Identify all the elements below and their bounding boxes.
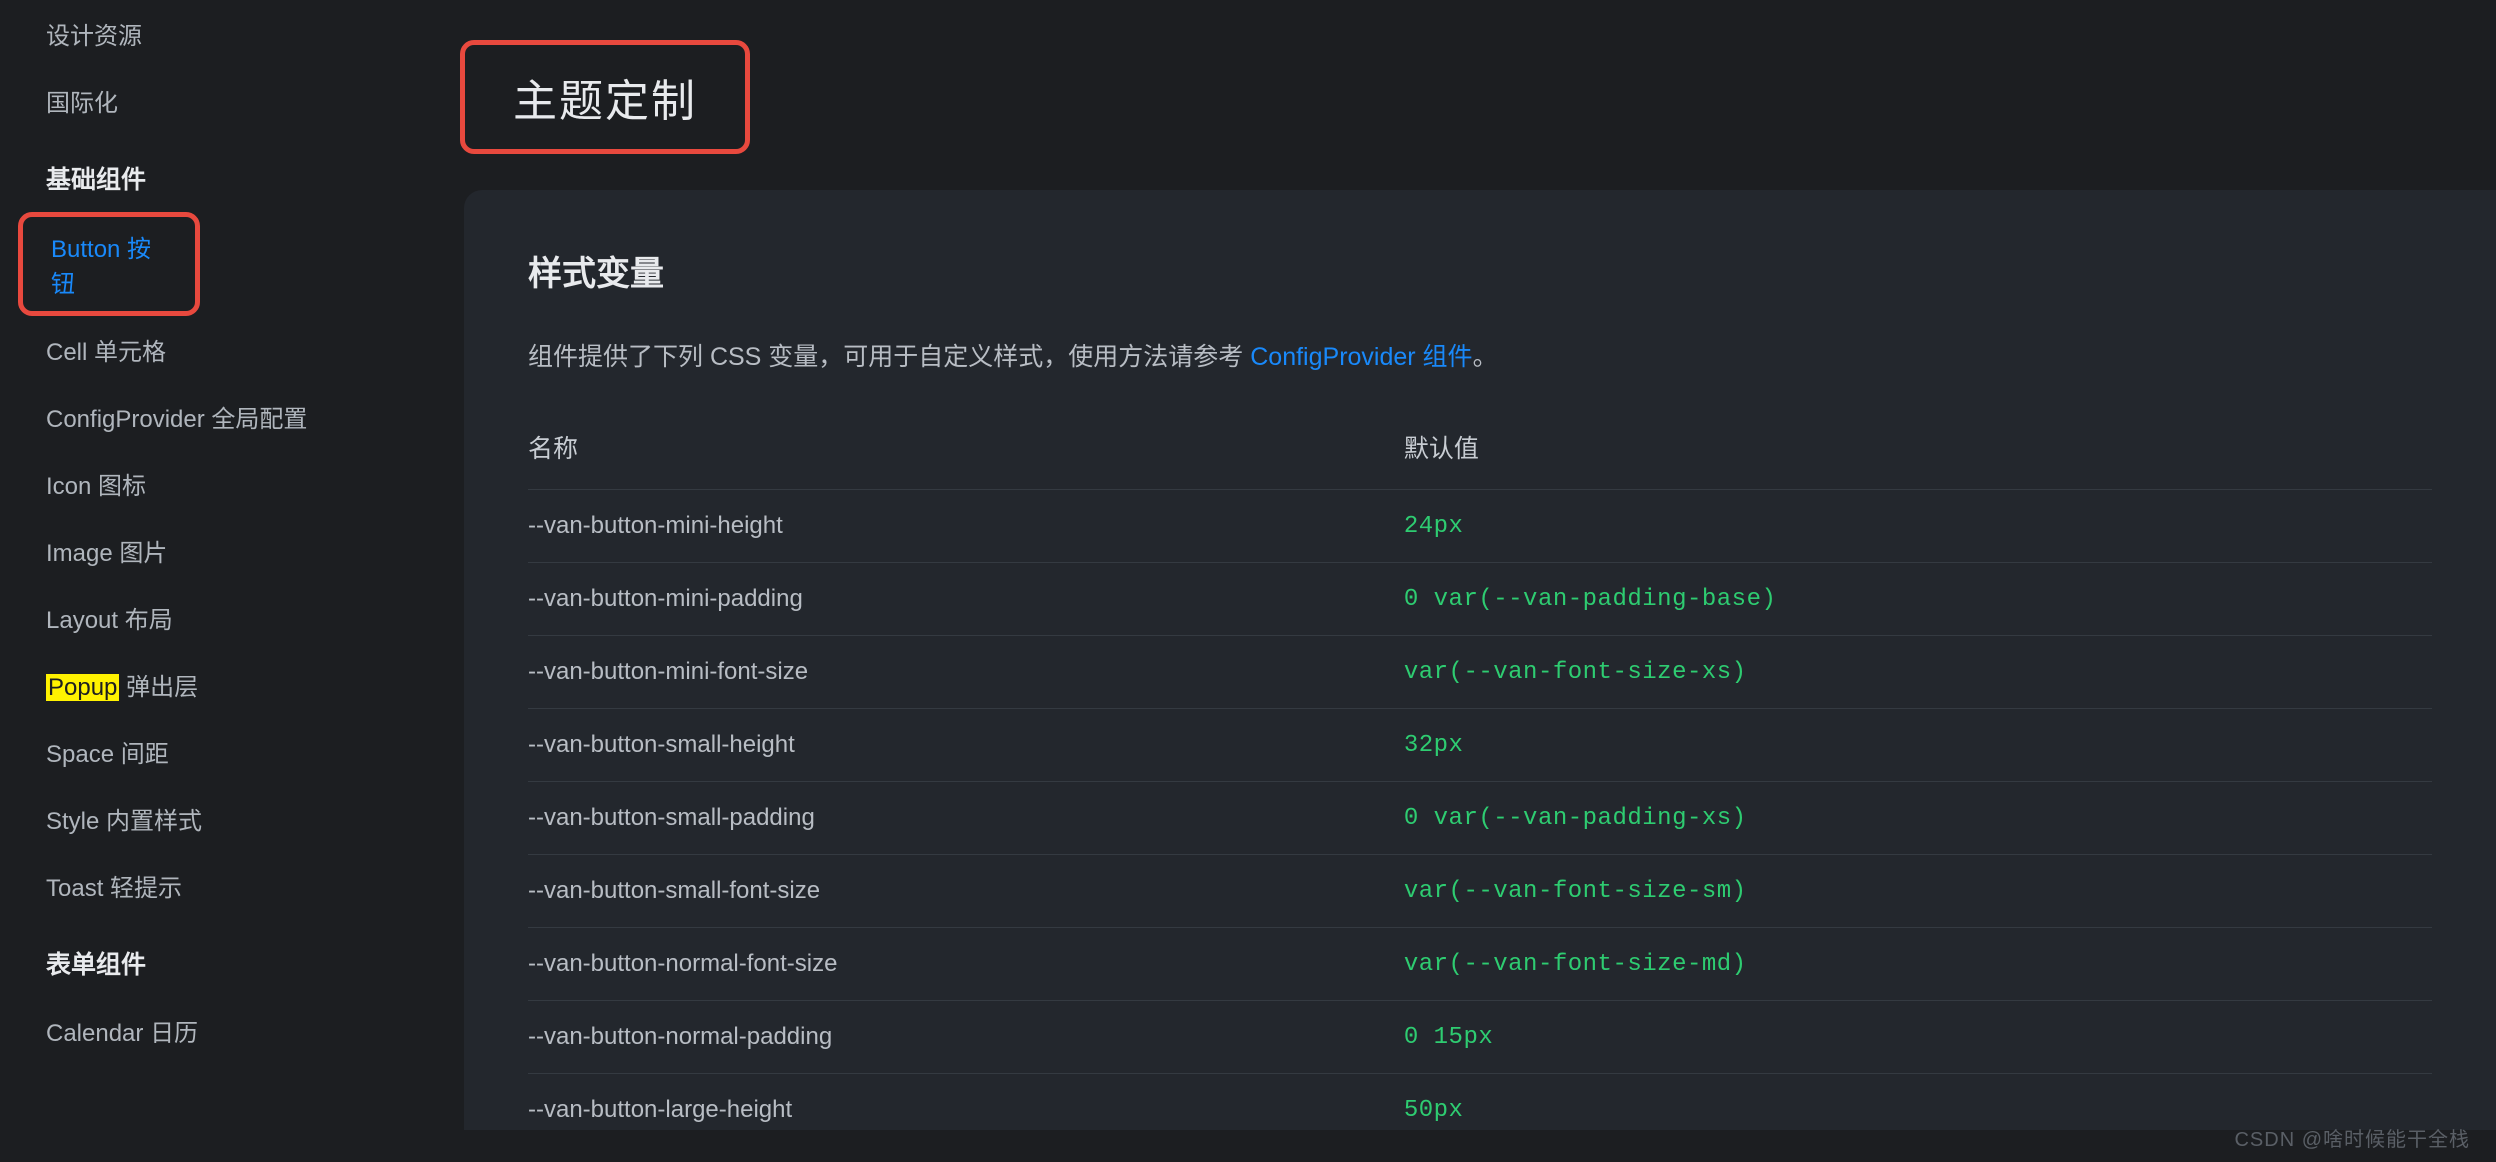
watermark: CSDN @啥时候能干全栈 bbox=[2234, 1123, 2470, 1152]
sidebar-item-icon[interactable]: Icon 图标 bbox=[0, 450, 420, 517]
table-header-value: 默认值 bbox=[1404, 415, 2432, 490]
css-var-name: --van-button-mini-padding bbox=[528, 563, 1404, 636]
table-row: --van-button-normal-font-sizevar(--van-f… bbox=[528, 928, 2432, 1001]
css-var-name: --van-button-normal-padding bbox=[528, 1001, 1404, 1074]
table-row: --van-button-mini-padding0 var(--van-pad… bbox=[528, 563, 2432, 636]
sidebar-item-design-resources[interactable]: 设计资源 bbox=[0, 0, 420, 67]
sidebar-item-image[interactable]: Image 图片 bbox=[0, 517, 420, 584]
css-var-value: 0 var(--van-padding-base) bbox=[1404, 563, 2432, 636]
sidebar-item-layout[interactable]: Layout 布局 bbox=[0, 584, 420, 651]
css-var-name: --van-button-mini-height bbox=[528, 490, 1404, 563]
sidebar-item-configprovider[interactable]: ConfigProvider 全局配置 bbox=[0, 383, 420, 450]
table-header-name: 名称 bbox=[528, 415, 1404, 490]
table-row: --van-button-mini-font-sizevar(--van-fon… bbox=[528, 636, 2432, 709]
css-var-name: --van-button-small-font-size bbox=[528, 855, 1404, 928]
desc-text-prefix: 组件提供了下列 CSS 变量，可用于自定义样式，使用方法请参考 bbox=[528, 343, 1250, 371]
sidebar-heading-basic: 基础组件 bbox=[0, 134, 420, 212]
sidebar-item-i18n[interactable]: 国际化 bbox=[0, 67, 420, 134]
theme-panel: 样式变量 组件提供了下列 CSS 变量，可用于自定义样式，使用方法请参考 Con… bbox=[464, 190, 2496, 1130]
table-row: --van-button-small-padding0 var(--van-pa… bbox=[528, 782, 2432, 855]
page-title: 主题定制 bbox=[513, 65, 697, 129]
desc-text-suffix: 。 bbox=[1473, 343, 1498, 371]
sidebar-item-style[interactable]: Style 内置样式 bbox=[0, 785, 420, 852]
sidebar-heading-form: 表单组件 bbox=[0, 919, 420, 997]
app-root: 设计资源国际化 基础组件 Button 按钮Cell 单元格ConfigProv… bbox=[0, 0, 2496, 1162]
sidebar-item-label: 弹出层 bbox=[119, 674, 198, 701]
table-row: --van-button-normal-padding0 15px bbox=[528, 1001, 2432, 1074]
css-var-value: 32px bbox=[1404, 709, 2432, 782]
css-var-name: --van-button-mini-font-size bbox=[528, 636, 1404, 709]
css-var-name: --van-button-large-height bbox=[528, 1074, 1404, 1131]
css-var-value: 0 var(--van-padding-xs) bbox=[1404, 782, 2432, 855]
table-row: --van-button-small-font-sizevar(--van-fo… bbox=[528, 855, 2432, 928]
configprovider-link[interactable]: ConfigProvider 组件 bbox=[1250, 343, 1472, 371]
sidebar-item-toast[interactable]: Toast 轻提示 bbox=[0, 852, 420, 919]
section-description: 组件提供了下列 CSS 变量，可用于自定义样式，使用方法请参考 ConfigPr… bbox=[528, 337, 2432, 373]
css-vars-table: 名称 默认值 --van-button-mini-height24px--van… bbox=[528, 415, 2432, 1130]
table-row: --van-button-mini-height24px bbox=[528, 490, 2432, 563]
css-var-value: var(--van-font-size-sm) bbox=[1404, 855, 2432, 928]
sidebar-item-popup[interactable]: Popup 弹出层 bbox=[0, 651, 420, 718]
css-var-name: --van-button-normal-font-size bbox=[528, 928, 1404, 1001]
sidebar-item-cell[interactable]: Cell 单元格 bbox=[0, 316, 420, 383]
section-title: 样式变量 bbox=[528, 246, 2432, 295]
css-var-name: --van-button-small-padding bbox=[528, 782, 1404, 855]
css-var-value: var(--van-font-size-md) bbox=[1404, 928, 2432, 1001]
table-row: --van-button-small-height32px bbox=[528, 709, 2432, 782]
css-var-value: 24px bbox=[1404, 490, 2432, 563]
css-var-name: --van-button-small-height bbox=[528, 709, 1404, 782]
sidebar-item-space[interactable]: Space 间距 bbox=[0, 718, 420, 785]
page-title-highlight-box: 主题定制 bbox=[460, 40, 750, 154]
main-content: 主题定制 样式变量 组件提供了下列 CSS 变量，可用于自定义样式，使用方法请参… bbox=[420, 0, 2496, 1162]
sidebar: 设计资源国际化 基础组件 Button 按钮Cell 单元格ConfigProv… bbox=[0, 0, 420, 1162]
highlight-token: Popup bbox=[46, 674, 119, 701]
css-var-value: 0 15px bbox=[1404, 1001, 2432, 1074]
css-var-value: 50px bbox=[1404, 1074, 2432, 1131]
css-var-value: var(--van-font-size-xs) bbox=[1404, 636, 2432, 709]
sidebar-item-calendar[interactable]: Calendar 日历 bbox=[0, 997, 420, 1064]
sidebar-item-button[interactable]: Button 按钮 bbox=[18, 212, 200, 316]
table-row: --van-button-large-height50px bbox=[528, 1074, 2432, 1131]
